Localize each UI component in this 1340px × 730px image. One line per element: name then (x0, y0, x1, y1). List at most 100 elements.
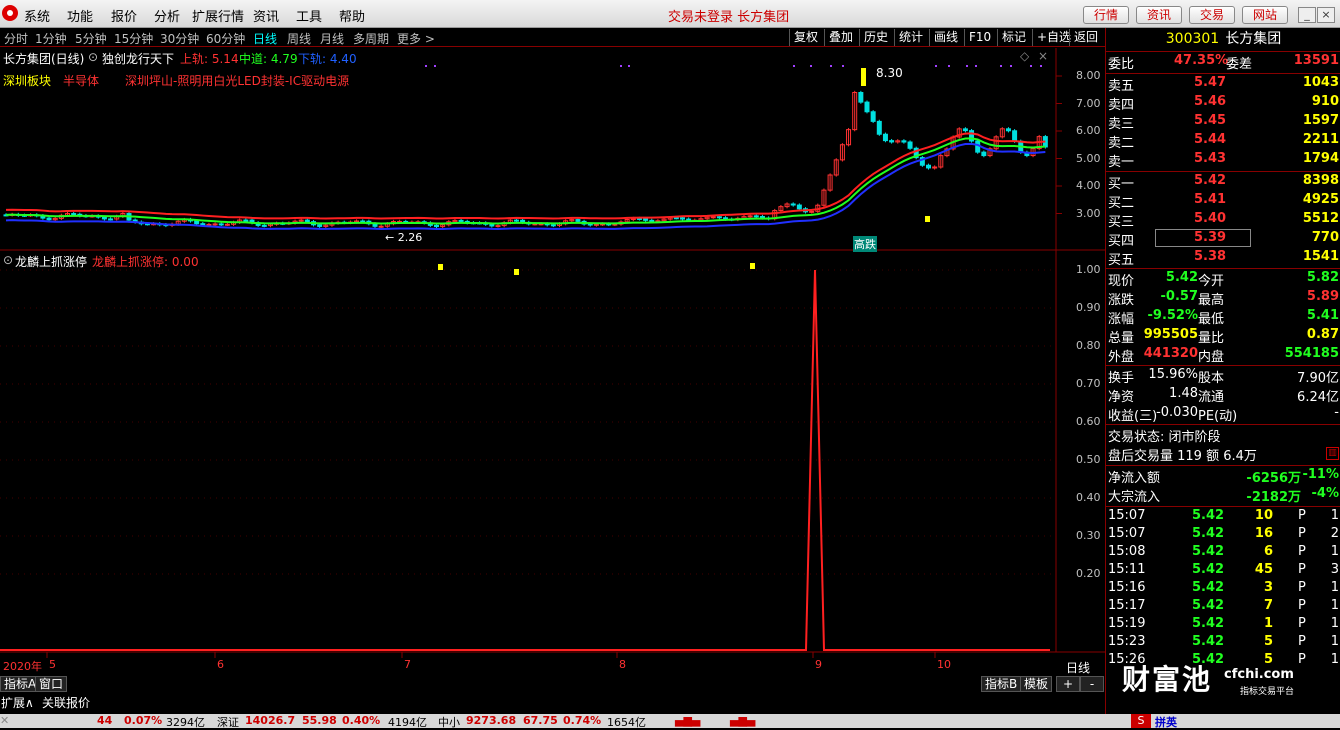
period-toolbar: 分时 1分钟 5分钟 15分钟 30分钟 60分钟 日线 周线 月线 多周期 更… (0, 28, 1105, 47)
fund-flow-row[interactable]: 净流入额 -6256万 -11% (1106, 467, 1340, 486)
tick-row[interactable]: 15:08 5.42 6 P 1 (1106, 544, 1340, 562)
window-tab[interactable]: 窗口 (35, 676, 68, 692)
zoom-in-button[interactable]: + (1056, 676, 1080, 692)
sell-level-5[interactable]: 卖五 5.47 1043 (1106, 75, 1340, 94)
menu-system[interactable]: 系统 (24, 6, 50, 25)
market-button[interactable]: 行情 (1083, 6, 1129, 24)
tag-region[interactable]: 深圳板块 (3, 72, 51, 89)
stat-row[interactable]: 涨跌 -0.57 最高 5.89 (1106, 289, 1340, 308)
menu-bar: 系统 功能 报价 分析 扩展行情 资讯 工具 帮助 交易未登录 长方集团 行情 … (0, 0, 1340, 28)
tool-stats[interactable]: 统计 (894, 29, 927, 46)
candle-body (716, 216, 722, 219)
candle-body (46, 217, 52, 221)
indicator-toggle-icon[interactable]: ⊙ (88, 50, 98, 64)
fundamental-row[interactable]: 收益(三) -0.030 PE(动) - (1106, 405, 1340, 424)
stat-row[interactable]: 现价 5.42 今开 5.82 (1106, 270, 1340, 289)
tool-f10[interactable]: F10 (964, 29, 995, 46)
sub-indicator-title[interactable]: 龙麟上抓涨停 (15, 253, 87, 270)
trade-button[interactable]: 交易 (1189, 6, 1235, 24)
tab-multi-period[interactable]: 多周期 (353, 30, 389, 47)
tick-row[interactable]: 15:11 5.42 45 P 3 (1106, 562, 1340, 580)
indicator-tabs: 指标A 窗口 指标B 模板 + - (0, 675, 1105, 693)
extend-button[interactable]: 扩展∧ (1, 694, 34, 711)
fund-flow-row[interactable]: 大宗流入 -2182万 -4% (1106, 486, 1340, 505)
candle-body (194, 220, 200, 225)
menu-quote[interactable]: 报价 (111, 6, 137, 25)
tab-more[interactable]: 更多 > (397, 30, 435, 47)
tag-industry[interactable]: 半导体 (63, 72, 99, 89)
buy-level-2[interactable]: 买二 5.41 4925 (1106, 192, 1340, 211)
ma-middle-line (5, 137, 1046, 225)
tab-daily[interactable]: 日线 (253, 30, 277, 47)
date-axis-label: 6 (217, 658, 224, 671)
stat-row[interactable]: 涨幅 -9.52% 最低 5.41 (1106, 308, 1340, 327)
menu-function[interactable]: 功能 (67, 6, 93, 25)
upper-band-value: 上轨: 5.14 (180, 52, 239, 66)
tab-weekly[interactable]: 周线 (287, 30, 311, 47)
menu-news[interactable]: 资讯 (253, 6, 279, 25)
candle-body (858, 92, 864, 103)
trade-status[interactable]: 交易状态: 闭市阶段 (1106, 426, 1340, 445)
indicator-name[interactable]: 独创龙行天下 (102, 50, 174, 67)
tab-60min[interactable]: 60分钟 (206, 30, 245, 47)
website-button[interactable]: 网站 (1242, 6, 1288, 24)
menu-extended-market[interactable]: 扩展行情 (192, 6, 244, 25)
tool-draw[interactable]: 画线 (929, 29, 962, 46)
tick-row[interactable]: 15:17 5.42 7 P 1 (1106, 598, 1340, 616)
tick-row[interactable]: 15:16 5.42 3 P 1 (1106, 580, 1340, 598)
sub-axis-tick: 0.50 (1076, 453, 1101, 466)
event-badge[interactable]: 高跌 (853, 236, 877, 252)
buy-level-3[interactable]: 买三 5.40 5512 (1106, 211, 1340, 230)
tick-row[interactable]: 15:23 5.42 5 P 1 (1106, 634, 1340, 652)
tag-concept[interactable]: 深圳坪山-照明用白光LED封装-IC驱动电源 (125, 72, 349, 89)
buy-level-5[interactable]: 买五 5.38 1541 (1106, 249, 1340, 268)
news-button[interactable]: 资讯 (1136, 6, 1182, 24)
detail-icon[interactable]: ▥ (1326, 447, 1339, 460)
tab-15min[interactable]: 15分钟 (114, 30, 153, 47)
menu-analysis[interactable]: 分析 (154, 6, 180, 25)
tab-timeshare[interactable]: 分时 (4, 30, 28, 47)
close-indicator-icon[interactable]: × (1038, 49, 1048, 63)
ime-logo-icon[interactable]: S (1131, 714, 1151, 728)
fundamental-row[interactable]: 净资 1.48 流通 6.24亿 (1106, 386, 1340, 405)
candle-body (434, 224, 439, 228)
sub-axis-tick: 0.80 (1076, 339, 1101, 352)
kline-chart-area[interactable]: 长方集团(日线) ⊙ 独创龙行天下 上轨: 5.14 中道: 4.79 下轨: … (0, 48, 1105, 675)
fundamental-row[interactable]: 换手 15.96% 股本 7.90亿 (1106, 367, 1340, 386)
tick-row[interactable]: 15:07 5.42 16 P 2 (1106, 526, 1340, 544)
sub-indicator-icon[interactable]: ⊙ (3, 253, 13, 267)
indicator-b-tab[interactable]: 指标B (981, 676, 1022, 692)
tool-adjust[interactable]: 复权 (789, 29, 822, 46)
sell-level-4[interactable]: 卖四 5.46 910 (1106, 94, 1340, 113)
related-quote-button[interactable]: 关联报价 (42, 694, 90, 711)
tick-row[interactable]: 15:07 5.42 10 P 1 (1106, 508, 1340, 526)
tab-1min[interactable]: 1分钟 (35, 30, 67, 47)
candle-body (1012, 130, 1018, 142)
diamond-icon[interactable]: ◇ (1020, 49, 1029, 63)
tool-mark[interactable]: 标记 (997, 29, 1030, 46)
zoom-out-button[interactable]: - (1080, 676, 1104, 692)
stat-row[interactable]: 总量 995505 量比 0.87 (1106, 327, 1340, 346)
tab-5min[interactable]: 5分钟 (75, 30, 107, 47)
stat-row[interactable]: 外盘 441320 内盘 554185 (1106, 346, 1340, 365)
price-axis-tick: 3.00 (1076, 206, 1101, 220)
candle-body (212, 223, 218, 226)
tool-back[interactable]: 返回 (1069, 29, 1102, 46)
chart-canvas[interactable] (0, 48, 1105, 658)
sell-level-2[interactable]: 卖二 5.44 2211 (1106, 132, 1340, 151)
menu-tools[interactable]: 工具 (296, 6, 322, 25)
template-tab[interactable]: 模板 (1020, 676, 1053, 692)
tool-overlay[interactable]: 叠加 (824, 29, 857, 46)
tab-30min[interactable]: 30分钟 (160, 30, 199, 47)
close-icon[interactable]: × (1317, 7, 1335, 23)
tick-row[interactable]: 15:19 5.42 1 P 1 (1106, 616, 1340, 634)
menu-help[interactable]: 帮助 (339, 6, 365, 25)
candle-body (513, 219, 519, 222)
minimize-icon[interactable]: _ (1298, 7, 1316, 23)
tool-history[interactable]: 历史 (859, 29, 892, 46)
sell-level-1[interactable]: 卖一 5.43 1794 (1106, 151, 1340, 170)
tab-monthly[interactable]: 月线 (320, 30, 344, 47)
after-hours[interactable]: 盘后交易量 119 额 6.4万 (1106, 445, 1340, 464)
sell-level-3[interactable]: 卖三 5.45 1597 (1106, 113, 1340, 132)
buy-level-1[interactable]: 买一 5.42 8398 (1106, 173, 1340, 192)
